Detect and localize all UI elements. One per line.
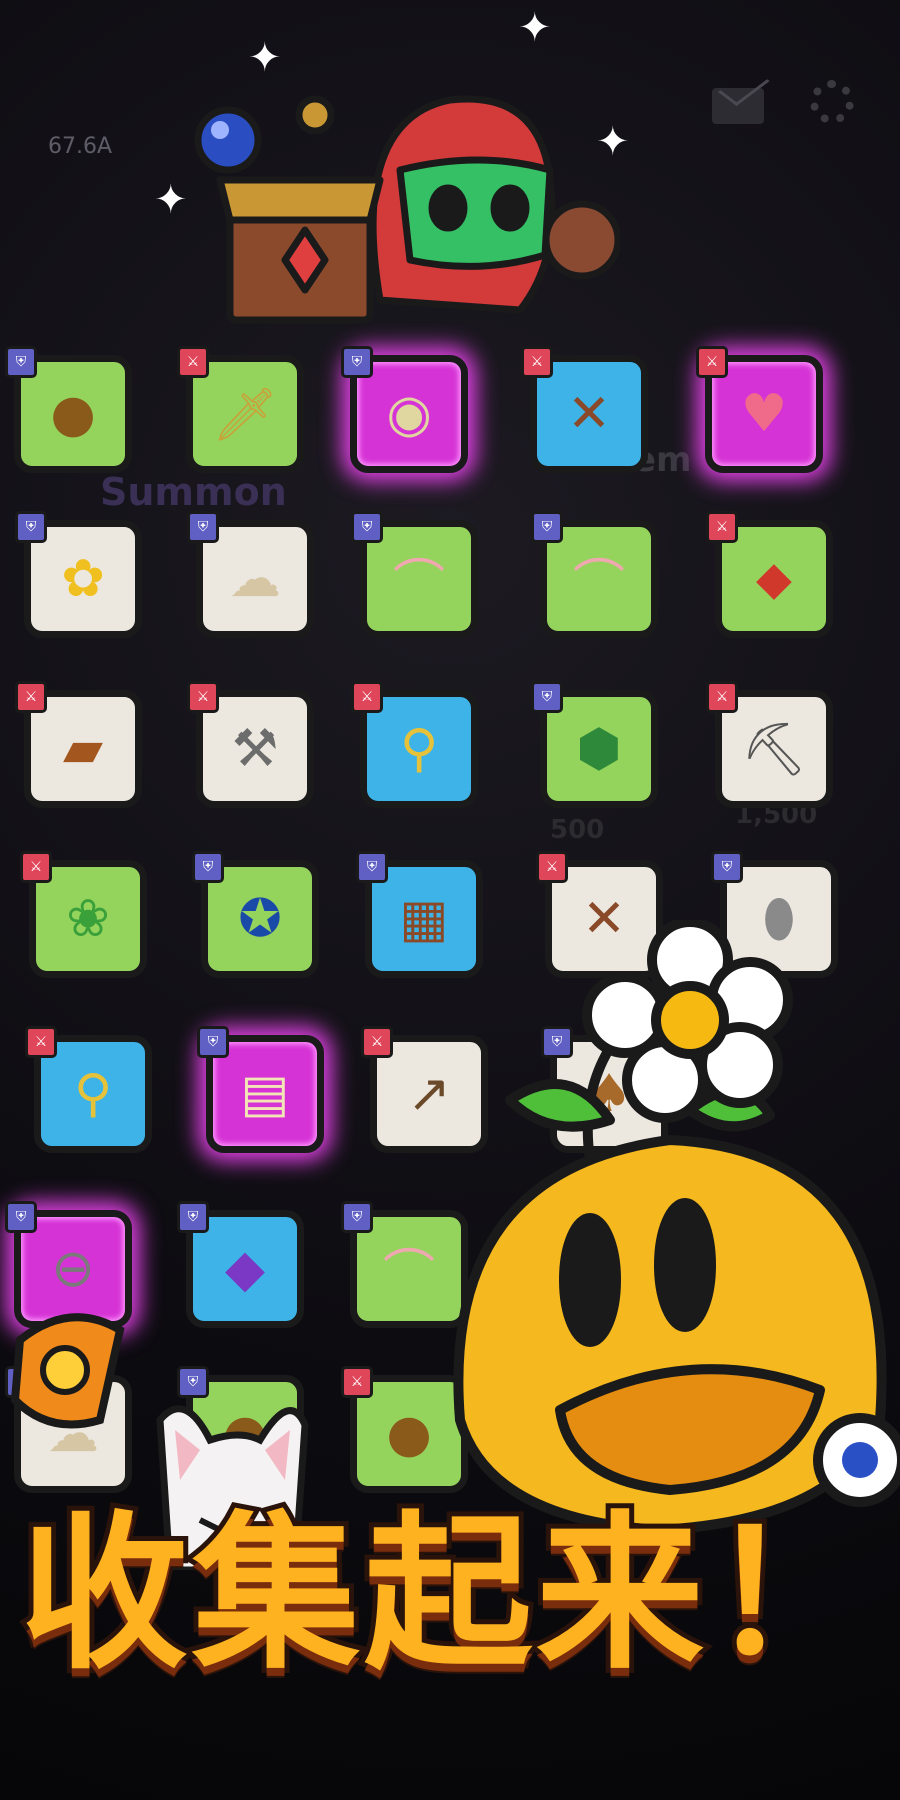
inventory-slot[interactable]: ⛨☁	[187, 511, 314, 638]
inventory-slot[interactable]: ⛨ ✿	[15, 511, 142, 638]
turtle-shell-icon: ⬢	[576, 719, 622, 779]
shield-badge-icon: ⛨	[341, 1201, 373, 1233]
gear-icon[interactable]	[810, 80, 854, 124]
inventory-slot[interactable]: ⛨ ◆	[177, 1201, 304, 1328]
sword-badge-icon: ⚔	[341, 1366, 373, 1398]
shield-badge-icon: ⛨	[341, 346, 373, 378]
goblin-chest-mascot	[194, 95, 620, 324]
orange-gem-item	[10, 1313, 125, 1429]
shield-badge-icon: ⛨	[177, 1201, 209, 1233]
gem-chest-icon: ◆	[225, 1239, 265, 1299]
sword-badge-icon: ⚔	[15, 681, 47, 713]
pickaxe-icon: ⛏	[740, 719, 807, 780]
coin-icon: ●	[386, 1404, 432, 1464]
inventory-slot[interactable]: ⛨ ⌒	[351, 511, 478, 638]
coin-icon: ●	[50, 384, 96, 444]
sword-badge-icon: ⚔	[351, 681, 383, 713]
inventory-slot[interactable]: ⛨ ⌒	[531, 511, 658, 638]
inventory-slot[interactable]: ⛨ ◉	[341, 346, 468, 473]
shield-badge-icon: ⛨	[711, 851, 743, 883]
shell-icon: ⌒	[382, 1244, 435, 1305]
inventory-slot[interactable]: ⚔ ❀	[20, 851, 147, 978]
star-ring-icon: ✪	[238, 889, 282, 949]
magnifier-wand-icon: ⚲	[399, 719, 439, 779]
shell-icon: ⌒	[572, 554, 625, 615]
sword-badge-icon: ⚔	[187, 681, 219, 713]
sword-badge-icon: ⚔	[536, 851, 568, 883]
shell-icon: ⌒	[392, 554, 445, 615]
spear-icon: ⬥	[755, 548, 793, 609]
sword-badge-icon: ⚔	[706, 511, 738, 543]
shield-badge-icon: ⛨	[187, 511, 219, 543]
shield-badge-icon: ⛨	[192, 851, 224, 883]
inventory-slot[interactable]: ⚔ 🗡	[177, 346, 304, 473]
pan-icon: ⊖	[51, 1239, 95, 1299]
shield-badge-icon: ⛨	[197, 1026, 229, 1058]
headline-banner: 收集起来！	[15, 1496, 881, 1692]
inventory-slot[interactable]: ⛨ ✪	[192, 851, 319, 978]
summon-label: Summon	[100, 470, 287, 514]
shield-badge-icon: ⛨	[5, 346, 37, 378]
heart-flower-icon: ♥	[740, 384, 788, 444]
inventory-slot[interactable]: ⛨ ⬢	[531, 681, 658, 808]
inventory-slot[interactable]: ⚔ ⛏	[706, 681, 833, 808]
shield-badge-icon: ⛨	[356, 851, 388, 883]
inventory-slot[interactable]: ⚔ ▰	[15, 681, 142, 808]
shield-badge-icon: ⛨	[531, 681, 563, 713]
inventory-slot[interactable]: ⛨●	[5, 346, 132, 473]
yellow-blob-mascot	[453, 920, 900, 1535]
armor-icon: ▤	[240, 1064, 290, 1124]
inventory-slot[interactable]: ⚔ ⚒	[187, 681, 314, 808]
sparkle-icon: ✦	[518, 5, 552, 51]
shield-badge-icon: ⛨	[351, 511, 383, 543]
flower-staff-icon: ❀	[66, 889, 110, 949]
flower-icon: ✿	[61, 549, 105, 609]
sword-badge-icon: ⚔	[177, 346, 209, 378]
power-stat: 67.6A	[48, 134, 113, 159]
inventory-slot[interactable]: ⚔ ⬥	[706, 511, 833, 638]
magnifier-wand-icon: ⚲	[73, 1064, 113, 1124]
sword-badge-icon: ⚔	[361, 1026, 393, 1058]
summon-cost-1: 500	[550, 815, 605, 845]
axe-icon: ⚒	[231, 719, 279, 779]
sword-badge-icon: ⚔	[521, 346, 553, 378]
sword-badge-icon: ⚔	[706, 681, 738, 713]
cloud-icon: ☁	[229, 549, 281, 609]
sword-badge-icon: ⚔	[20, 851, 52, 883]
shield-badge-icon: ⛨	[531, 511, 563, 543]
inventory-slot[interactable]: ⚔ ⚲	[351, 681, 478, 808]
mail-icon[interactable]	[712, 88, 764, 124]
shield-badge-icon: ⛨	[5, 1201, 37, 1233]
inventory-slot[interactable]: ⚔ ✕	[521, 346, 648, 473]
dagger-icon: 🗡	[211, 384, 278, 445]
inventory-slot[interactable]: ⛨ ▤	[197, 1026, 324, 1153]
mirror-icon: ◉	[386, 384, 432, 444]
sword-badge-icon: ⚔	[25, 1026, 57, 1058]
club-icon: ▰	[63, 719, 103, 779]
shield-badge-icon: ⛨	[15, 511, 47, 543]
crossbow-icon: ✕	[567, 384, 611, 444]
inventory-slot[interactable]: ⚔ ⚲	[25, 1026, 152, 1153]
sword-badge-icon: ⚔	[696, 346, 728, 378]
inventory-slot[interactable]: ⚔ ♥	[696, 346, 823, 473]
